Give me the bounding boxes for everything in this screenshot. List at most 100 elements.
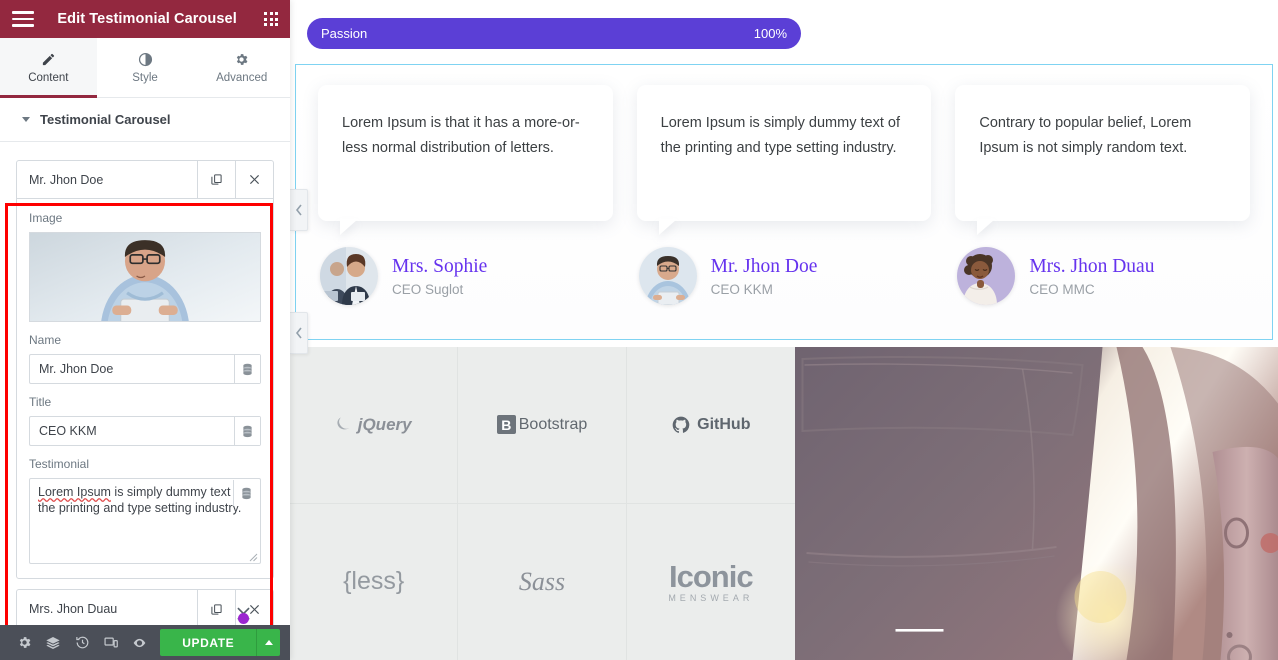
avatar [638,247,697,305]
field-name-label: Name [29,333,62,347]
name-input-wrap [29,354,261,384]
logo-cell[interactable]: B Bootstrap [458,347,627,504]
field-image-label: Image [29,211,63,225]
avatar [957,247,1016,305]
panel-content-scroll[interactable]: Testimonial Carousel Mr. Jhon Doe Image … [0,98,290,625]
progress-value: 100% [753,26,787,41]
page-preview-canvas[interactable]: Passion 100% Lorem Ipsum is that it has … [290,0,1278,660]
testimonial-person: Mrs. Jhon Duau CEO MMC [955,247,1250,305]
testimonial-text: Lorem Ipsum is simply dummy text of the … [660,115,900,156]
database-dynamic-tag-icon[interactable] [234,355,260,383]
hero-photo[interactable] [795,347,1278,660]
collapse-handle-bottom[interactable] [290,312,308,354]
pencil-icon [41,52,56,67]
progress-section: Passion 100% [290,0,1278,49]
close-icon[interactable] [235,161,273,198]
responsive-mode-icon[interactable] [97,625,126,660]
logos-and-photo-section: jQuery B Bootstrap GitHub {less} Sass Ic… [290,347,1278,660]
collapse-handle-top[interactable] [290,189,308,231]
database-dynamic-tag-icon[interactable] [233,480,259,506]
repeater-list: Mr. Jhon Doe Image Name Mr. Jhon Doe Tit… [0,142,290,625]
preview-eye-icon[interactable] [125,625,154,660]
name-input[interactable] [30,355,234,383]
update-options-button[interactable] [256,629,280,656]
editor-sidebar-panel: Edit Testimonial Carousel Content Style … [0,0,291,660]
title-input[interactable] [30,417,234,445]
businessman-tablet-photo [30,233,260,321]
hamburger-icon[interactable] [12,11,34,27]
field-testimonial: Testimonial Lorem Ipsum is simply dummy … [29,457,261,564]
gear-icon[interactable] [10,625,39,660]
testimonial-person-meta: Mrs. Jhon Duau CEO MMC [1029,256,1154,297]
testimonial-text: Contrary to popular belief, Lorem Ipsum … [979,115,1192,156]
testimonial-card[interactable]: Lorem Ipsum is simply dummy text of the … [625,85,944,305]
update-button[interactable]: UPDATE [160,629,257,656]
tab-advanced-label: Advanced [216,71,268,84]
testimonial-card[interactable]: Lorem Ipsum is that it has a more-or-les… [306,85,625,305]
repeater-item-1: Mr. Jhon Doe Image Name Mr. Jhon Doe Tit… [16,160,274,579]
woman-curly-hair-photo [957,247,1016,305]
less-logo: {less} [343,567,405,596]
repeater-item-header-1[interactable]: Mr. Jhon Doe [17,161,273,199]
tab-style[interactable]: Style [96,38,194,97]
duplicate-icon[interactable] [197,590,235,625]
repeater-item-title-1: Mr. Jhon Doe [29,172,104,187]
testimonial-name: Mrs. Sophie [392,255,488,277]
testimonial-textarea[interactable]: Lorem Ipsum is simply dummy text of the … [30,479,260,563]
repeater-item-title-2: Mrs. Jhon Duau [29,602,118,616]
logo-cell[interactable]: GitHub [626,347,795,504]
avatar [320,247,378,305]
testimonial-bubble: Contrary to popular belief, Lorem Ipsum … [955,85,1251,221]
repeater-item-header-2[interactable]: Mrs. Jhon Duau [17,590,273,625]
field-name: Name [29,333,261,384]
field-testimonial-label: Testimonial [29,457,90,471]
denim-jeans-skateboard-sunset-photo [795,347,1278,660]
close-icon[interactable] [235,590,273,625]
logo-cell[interactable]: jQuery [290,347,459,504]
repeater-item-body-1: Image Name Mr. Jhon Doe Title CEO KKM Te… [17,199,273,578]
chevron-left-icon [295,204,302,216]
iconic-menswear-logo: Iconic MENSWEAR [668,558,754,603]
repeater-item-2: Mrs. Jhon Duau [16,589,274,625]
testimonial-cards-row: Lorem Ipsum is that it has a more-or-les… [296,65,1272,305]
jquery-logo: jQuery [336,415,412,435]
history-icon[interactable] [68,625,97,660]
logo-cell[interactable]: Sass [458,503,627,660]
logo-grid: jQuery B Bootstrap GitHub {less} Sass Ic… [290,347,795,660]
grid-apps-icon[interactable] [264,12,278,26]
progress-bar-passion: Passion 100% [307,18,801,49]
tab-advanced[interactable]: Advanced [193,38,291,97]
progress-label: Passion [321,26,368,41]
logo-cell[interactable]: {less} [290,503,459,660]
github-logo: GitHub [671,415,750,435]
testimonial-bubble: Lorem Ipsum is simply dummy text of the … [636,85,932,221]
field-title-label: Title [29,395,52,409]
testimonial-person: Mr. Jhon Doe CEO KKM [637,247,932,305]
testimonial-card[interactable]: Contrary to popular belief, Lorem Ipsum … [943,85,1262,305]
panel-header: Edit Testimonial Carousel [0,0,290,38]
testimonial-person-meta: Mr. Jhon Doe CEO KKM [711,256,818,297]
image-thumbnail[interactable] [29,232,261,322]
businessman-tablet-photo [638,247,697,305]
panel-footer-toolbar: UPDATE [0,625,290,660]
testimonial-role: CEO Suglot [392,281,464,297]
bootstrap-logo: B Bootstrap [496,415,587,435]
editor-window: Edit Testimonial Carousel Content Style … [0,0,1278,660]
layers-icon[interactable] [39,625,68,660]
title-input-wrap [29,416,261,446]
testimonial-role: CEO MMC [1029,281,1095,297]
section-header-testimonial-carousel[interactable]: Testimonial Carousel [0,98,290,142]
tab-content[interactable]: Content [0,38,97,98]
duplicate-icon[interactable] [197,161,235,198]
database-dynamic-tag-icon[interactable] [234,417,260,445]
sass-logo: Sass [518,566,566,596]
logo-cell[interactable]: Iconic MENSWEAR [627,504,795,660]
caret-down-icon [22,117,30,122]
businesswoman-photo [320,247,378,305]
testimonial-text: Lorem Ipsum is that it has a more-or-les… [342,115,580,156]
section-title: Testimonial Carousel [40,112,171,127]
testimonial-role: CEO KKM [710,281,773,297]
testimonial-person-meta: Mrs. Sophie CEO Suglot [392,256,487,297]
testimonial-carousel-section[interactable]: Lorem Ipsum is that it has a more-or-les… [295,64,1273,340]
testimonial-bubble: Lorem Ipsum is that it has a more-or-les… [318,85,613,221]
